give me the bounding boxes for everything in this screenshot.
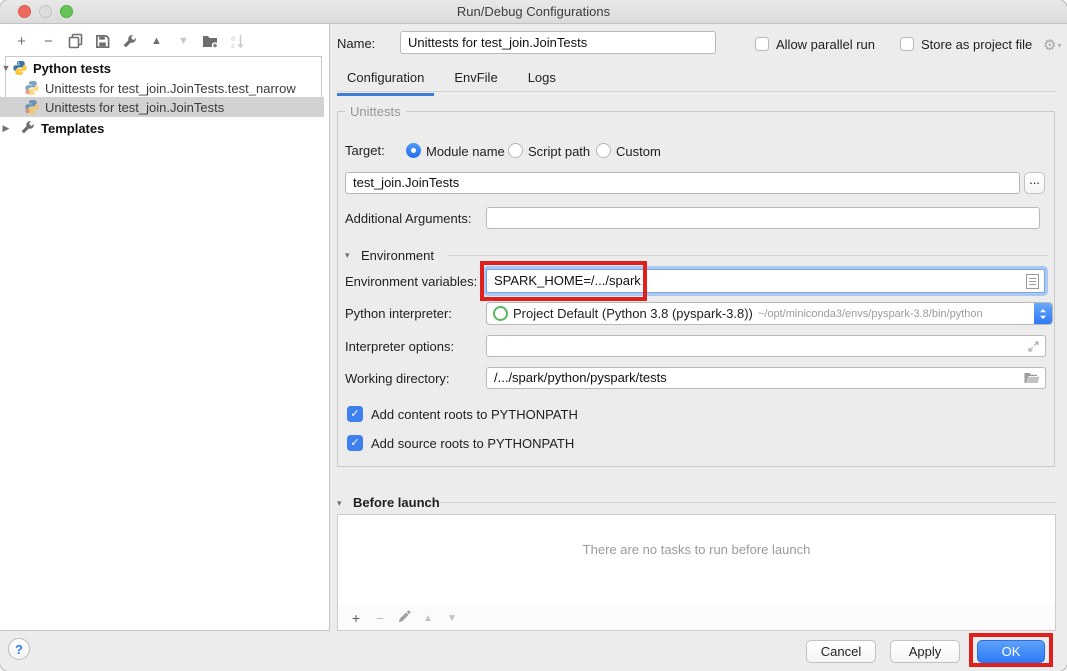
allow-parallel-run-label: Allow parallel run <box>776 37 875 52</box>
radio-custom[interactable] <box>596 143 611 158</box>
environment-variables-input[interactable]: SPARK_HOME=/.../spark <box>486 269 1045 293</box>
expand-field-icon[interactable] <box>1027 339 1040 357</box>
radio-module-name[interactable] <box>406 143 421 158</box>
name-input[interactable]: Unittests for test_join.JoinTests <box>400 31 716 54</box>
tree-collapsed-icon[interactable]: ▶ <box>0 123 12 134</box>
gear-dropdown-arrow-icon: ▾ <box>1057 41 1061 50</box>
edit-templates-icon[interactable] <box>116 31 143 51</box>
tree-item-label: Unittests for test_join.JoinTests <box>45 100 224 115</box>
title-bar[interactable]: Run/Debug Configurations <box>0 0 1067 24</box>
add-configuration-icon[interactable]: + <box>8 31 35 51</box>
tree-item-label: Python tests <box>33 61 111 76</box>
interpreter-options-input[interactable] <box>486 335 1046 357</box>
add-source-roots-label: Add source roots to PYTHONPATH <box>371 436 574 451</box>
before-launch-toolbar: + − ▲ ▼ <box>337 606 1056 631</box>
help-button[interactable]: ? <box>8 638 30 660</box>
store-as-project-file-checkbox[interactable] <box>900 37 914 51</box>
sidebar-toolbar: + − ▲ ▼ az <box>8 30 251 52</box>
python-interpreter-select[interactable]: Project Default (Python 3.8 (pyspark-3.8… <box>486 302 1053 325</box>
add-task-icon[interactable]: + <box>344 610 368 626</box>
target-input[interactable]: test_join.JoinTests <box>345 172 1020 194</box>
add-content-roots-label: Add content roots to PYTHONPATH <box>371 407 578 422</box>
radio-script-path-label: Script path <box>528 144 590 159</box>
task-move-down-icon: ▼ <box>440 613 464 624</box>
window-title: Run/Debug Configurations <box>0 0 1067 23</box>
run-debug-configurations-dialog: Run/Debug Configurations + − ▲ ▼ az <box>0 0 1067 671</box>
working-directory-value: /.../spark/python/pyspark/tests <box>494 370 667 385</box>
radio-custom-label: Custom <box>616 144 661 159</box>
python-interpreter-path: ~/opt/miniconda3/envs/pyspark-3.8/bin/py… <box>758 308 1052 320</box>
python-test-icon <box>24 80 40 96</box>
tree-item-templates[interactable]: ▶ Templates <box>0 118 324 138</box>
sort-configurations-icon: az <box>224 31 251 51</box>
tabs-separator <box>337 91 1056 92</box>
python-tests-icon <box>12 60 28 76</box>
tree-item-test-narrow[interactable]: Unittests for test_join.JoinTests.test_n… <box>0 78 324 98</box>
environment-variables-label: Environment variables: <box>345 274 477 289</box>
templates-icon <box>20 120 36 136</box>
radio-script-path[interactable] <box>508 143 523 158</box>
radio-module-name-label: Module name <box>426 144 505 159</box>
before-launch-section-line <box>440 502 1056 503</box>
browse-target-button[interactable]: ... <box>1024 172 1045 194</box>
edit-task-icon <box>392 610 416 626</box>
name-label: Name: <box>337 36 375 51</box>
python-interpreter-value: Project Default (Python 3.8 (pyspark-3.8… <box>513 306 753 321</box>
conda-env-icon <box>493 306 508 321</box>
environment-section-title: Environment <box>361 248 434 263</box>
target-value: test_join.JoinTests <box>353 175 459 190</box>
copy-configuration-icon[interactable] <box>62 31 89 51</box>
cancel-button[interactable]: Cancel <box>806 640 876 663</box>
browse-folder-icon[interactable] <box>1024 371 1040 389</box>
new-folder-icon[interactable] <box>197 31 224 51</box>
interpreter-stepper-icon[interactable] <box>1034 303 1052 324</box>
tree-item-label: Unittests for test_join.JoinTests.test_n… <box>45 81 296 96</box>
add-content-roots-checkbox[interactable]: ✓ <box>347 406 363 422</box>
add-source-roots-checkbox[interactable]: ✓ <box>347 435 363 451</box>
before-launch-collapse-icon[interactable]: ▾ <box>337 498 342 509</box>
before-launch-empty-message: There are no tasks to run before launch <box>337 542 1056 557</box>
additional-arguments-label: Additional Arguments: <box>345 211 471 226</box>
store-as-project-file-label: Store as project file <box>921 37 1032 52</box>
working-directory-input[interactable]: /.../spark/python/pyspark/tests <box>486 367 1046 389</box>
unittests-group-title: Unittests <box>345 104 406 119</box>
tree-expanded-icon[interactable]: ▼ <box>0 63 12 73</box>
move-down-icon: ▼ <box>170 31 197 51</box>
interpreter-options-label: Interpreter options: <box>345 339 454 354</box>
apply-button[interactable]: Apply <box>890 640 960 663</box>
remove-task-icon: − <box>368 610 392 626</box>
target-label: Target: <box>345 143 385 158</box>
additional-arguments-input[interactable] <box>486 207 1040 229</box>
tree-item-label: Templates <box>41 121 104 136</box>
tree-item-jointests-selected[interactable]: Unittests for test_join.JoinTests <box>0 97 324 117</box>
remove-configuration-icon[interactable]: − <box>35 31 62 51</box>
working-directory-label: Working directory: <box>345 371 450 386</box>
svg-text:z: z <box>231 43 235 49</box>
task-move-up-icon: ▲ <box>416 613 440 624</box>
environment-variables-value: SPARK_HOME=/.../spark <box>494 273 641 288</box>
ok-button[interactable]: OK <box>977 640 1045 663</box>
python-test-icon <box>24 99 40 115</box>
save-configuration-icon[interactable] <box>89 31 116 51</box>
tree-item-python-tests[interactable]: ▼ Python tests <box>0 58 324 78</box>
name-value: Unittests for test_join.JoinTests <box>408 35 587 50</box>
before-launch-title: Before launch <box>353 495 440 510</box>
environment-section-line <box>448 255 1048 256</box>
svg-text:a: a <box>231 35 235 42</box>
env-vars-editor-icon[interactable] <box>1026 274 1039 293</box>
before-launch-task-list[interactable] <box>337 514 1056 607</box>
python-interpreter-label: Python interpreter: <box>345 306 452 321</box>
move-up-icon[interactable]: ▲ <box>143 31 170 51</box>
allow-parallel-run-checkbox[interactable] <box>755 37 769 51</box>
configurations-sidebar: + − ▲ ▼ az ▼ Pyt <box>0 24 330 631</box>
environment-collapse-icon[interactable]: ▾ <box>345 250 350 261</box>
store-options-gear-icon[interactable]: ⚙▾ <box>1043 36 1061 54</box>
